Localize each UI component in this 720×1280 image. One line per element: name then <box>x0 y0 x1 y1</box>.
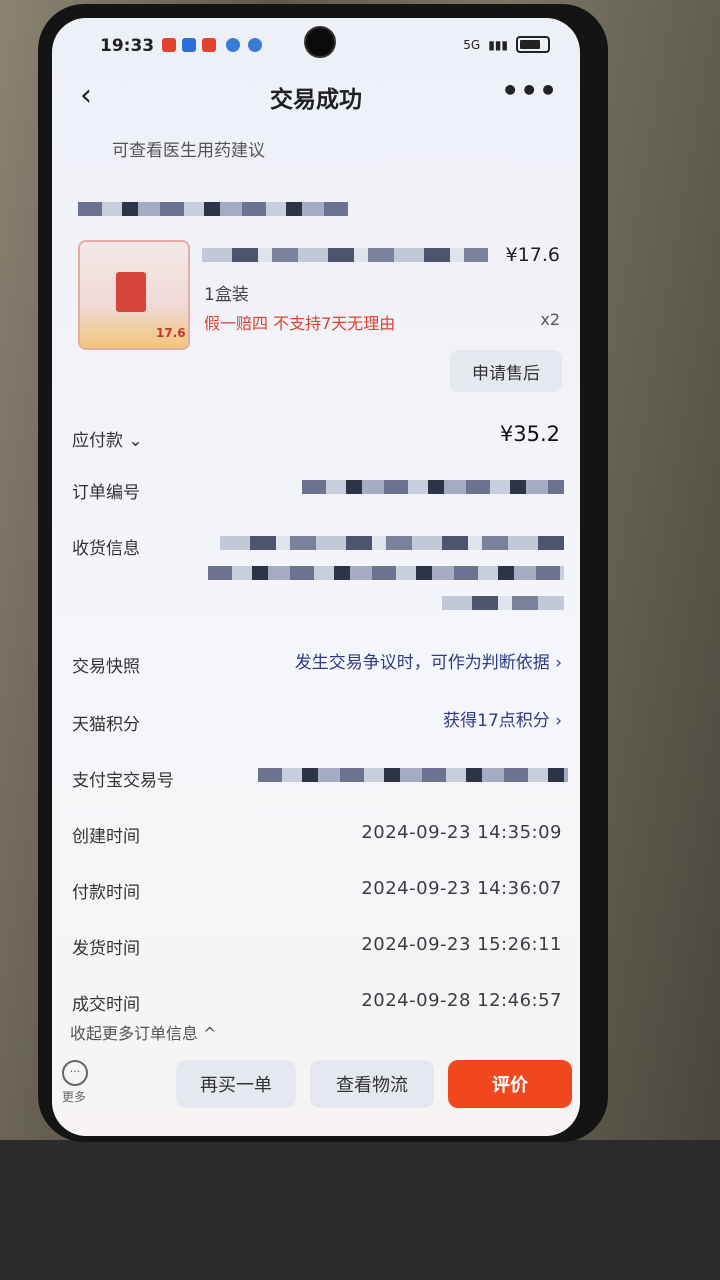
time-label-completed: 成交时间 <box>72 995 140 1015</box>
app-notification-icon <box>202 38 216 52</box>
time-label-paid: 付款时间 <box>72 883 140 903</box>
snapshot-value: 发生交易争议时，可作为判断依据 <box>294 653 550 673</box>
apply-after-sale-button[interactable]: 申请售后 <box>450 350 562 392</box>
paw-icon <box>226 38 240 52</box>
front-camera <box>304 26 336 58</box>
product-thumbnail[interactable]: 17.6 <box>78 240 190 350</box>
chevron-down-icon: ⌄ <box>128 431 143 451</box>
product-box-image <box>116 272 146 312</box>
redacted-shipping-line-1 <box>220 536 564 550</box>
points-link[interactable]: 获得17点积分 › <box>443 706 562 731</box>
app-notification-icon <box>182 38 196 52</box>
payable-amount: ¥35.2 <box>499 422 560 446</box>
redacted-order-number <box>302 480 564 494</box>
chevron-right-icon: › <box>555 711 562 731</box>
phone-screen: 19:33 5G ▮▮▮ ‹ 交易成功 ••• 可查看医生用药建议 17.6 ¥… <box>52 18 580 1136</box>
status-bar: 19:33 5G ▮▮▮ <box>52 18 580 70</box>
time-value-shipped: 2024-09-23 15:26:11 <box>361 934 562 955</box>
background-table <box>0 1140 720 1280</box>
product-service-badge: 假一赔四 不支持7天无理由 <box>204 314 396 333</box>
view-logistics-button[interactable]: 查看物流 <box>310 1060 434 1108</box>
redacted-alipay-number <box>258 768 568 782</box>
time-label-shipped: 发货时间 <box>72 939 140 959</box>
paw-icon <box>248 38 262 52</box>
more-icon[interactable]: ··· <box>62 1060 88 1086</box>
doctor-advice-link[interactable]: 可查看医生用药建议 <box>112 136 265 161</box>
redacted-shipping-line-2 <box>208 566 564 580</box>
battery-icon <box>516 36 550 53</box>
more-label: 更多 <box>62 1090 87 1104</box>
more-dots-icon[interactable]: ••• <box>501 74 558 107</box>
time-value-completed: 2024-09-28 12:46:57 <box>361 990 562 1011</box>
time-label-created: 创建时间 <box>72 827 140 847</box>
redacted-product-title <box>202 248 488 262</box>
time-value-created: 2024-09-23 14:35:09 <box>361 822 562 843</box>
shipping-info-label: 收货信息 <box>72 539 140 559</box>
status-time: 19:33 <box>100 36 155 56</box>
redacted-shop-name <box>78 202 348 216</box>
product-price: ¥17.6 <box>505 244 560 266</box>
nav-bar: ‹ 交易成功 ••• <box>52 70 580 118</box>
signal-icon: ▮▮▮ <box>488 37 508 52</box>
chevron-right-icon: › <box>555 653 562 673</box>
redacted-shipping-line-3 <box>442 596 564 610</box>
thumb-price: 17.6 <box>156 326 186 340</box>
status-right: 5G ▮▮▮ <box>463 36 550 53</box>
order-number-label: 订单编号 <box>72 483 140 503</box>
payable-label: 应付款 <box>72 431 123 451</box>
bottom-action-bar: ··· 更多 再买一单 查看物流 评价 <box>52 1052 580 1136</box>
collapse-order-info-link[interactable]: 收起更多订单信息 ^ <box>70 1020 217 1044</box>
alipay-number-label: 支付宝交易号 <box>72 771 174 791</box>
time-value-paid: 2024-09-23 14:36:07 <box>361 878 562 899</box>
payable-row[interactable]: 应付款 ⌄ <box>72 426 143 451</box>
points-label: 天猫积分 <box>72 715 140 735</box>
review-button[interactable]: 评价 <box>448 1060 572 1108</box>
snapshot-label: 交易快照 <box>72 657 140 677</box>
points-value: 获得17点积分 <box>443 711 550 731</box>
product-quantity: x2 <box>540 310 560 329</box>
product-spec: 1盒装 <box>204 285 249 305</box>
network-label: 5G <box>463 37 481 52</box>
snapshot-link[interactable]: 发生交易争议时，可作为判断依据 › <box>295 648 562 673</box>
buy-again-button[interactable]: 再买一单 <box>176 1060 296 1108</box>
app-notification-icon <box>162 38 176 52</box>
